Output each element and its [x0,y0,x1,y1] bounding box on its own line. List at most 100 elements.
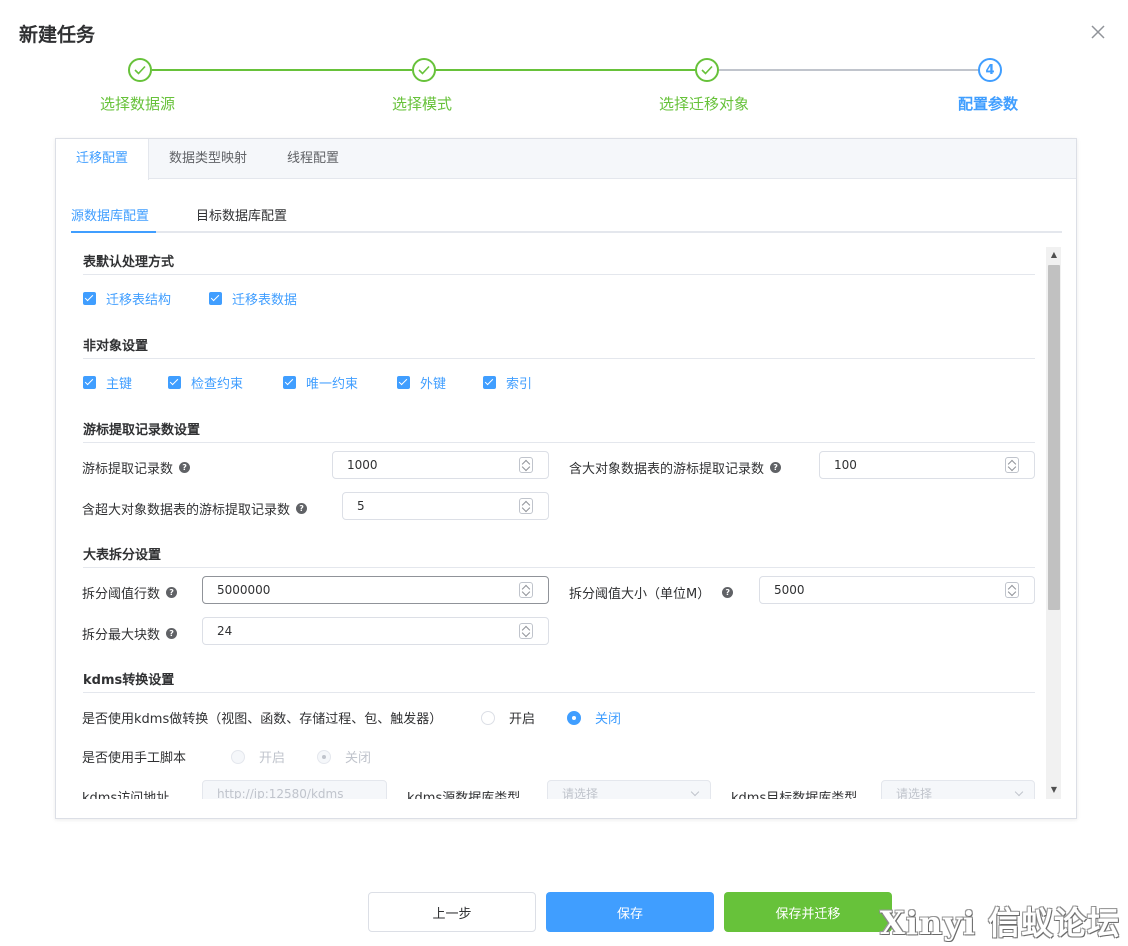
radio-kdms-off[interactable]: 关闭 [567,708,621,727]
split-rows-label: 拆分阈值行数? [82,583,178,602]
checkbox-index[interactable]: 索引 [483,373,532,392]
subtab-bar: 源数据库配置 目标数据库配置 [71,191,1062,233]
tab-migration-config[interactable]: 迁移配置 [56,139,150,180]
section-title-non-object: 非对象设置 [83,335,1035,359]
checkbox-label: 迁移表结构 [106,293,172,308]
radio-selected-icon [567,710,581,725]
kdms-src-type-label: kdms源数据库类型 [407,791,521,799]
stepper-icon[interactable] [519,498,533,514]
radio-selected-icon [317,749,331,764]
kdms-dst-type-select[interactable]: 请选择 [881,780,1035,799]
radio-manual-on[interactable]: 开启 [231,747,285,766]
step-3-check-icon [695,58,719,82]
tab-type-mapping[interactable]: 数据类型映射 [149,139,267,179]
watermark: Xinyi 信蚁论坛 [880,904,1121,942]
radio-manual-off[interactable]: 关闭 [317,747,371,766]
help-icon[interactable]: ? [770,462,782,473]
help-icon[interactable]: ? [166,628,178,639]
radio-label: 关闭 [595,712,622,727]
chevron-down-icon [690,787,700,797]
save-and-migrate-button[interactable]: 保存并迁移 [724,892,892,932]
subtab-target-db[interactable]: 目标数据库配置 [196,205,287,224]
checkbox-foreign-key[interactable]: 外键 [397,373,446,392]
step-1-label: 选择数据源 [100,95,176,113]
section-title-split: 大表拆分设置 [83,544,1035,568]
kdms-src-type-select[interactable]: 请选择 [547,780,711,799]
step-4-label: 配置参数 [958,95,1019,113]
cursor-super-lob-input[interactable]: 5 [342,492,549,520]
split-blocks-input[interactable]: 24 [202,617,549,645]
section-title-kdms: kdms转换设置 [83,669,1035,693]
radio-label: 开启 [509,712,536,727]
cursor-lob-label: 含大对象数据表的游标提取记录数? [569,458,782,477]
step-line-1 [152,69,412,71]
kdms-dst-type-label: kdms目标数据库类型 [731,791,858,799]
stepper-icon[interactable] [1005,457,1019,473]
checkbox-label: 唯一约束 [306,377,359,392]
step-3-label: 选择迁移对象 [659,95,750,113]
cursor-fetch-label: 游标提取记录数? [82,458,191,477]
checkbox-migrate-data[interactable]: 迁移表数据 [209,289,297,308]
stepper-icon[interactable] [519,582,533,598]
stepper-icon[interactable] [1005,582,1019,598]
radio-icon [481,710,495,725]
checkbox-checked-icon [209,292,222,305]
config-panel: 迁移配置 数据类型映射 线程配置 源数据库配置 目标数据库配置 表默认处理方式 … [55,138,1077,819]
step-line-2 [436,69,696,71]
prev-button[interactable]: 上一步 [368,892,536,932]
cursor-fetch-input[interactable]: 1000 [332,451,549,479]
checkbox-checked-icon [397,376,410,389]
subtab-source-db[interactable]: 源数据库配置 [71,205,149,224]
help-icon[interactable]: ? [722,587,734,598]
tab-bar: 迁移配置 数据类型映射 线程配置 [56,139,1076,180]
checkbox-check-constraint[interactable]: 检查约束 [168,373,243,392]
checkbox-label: 主键 [106,377,133,392]
help-icon[interactable]: ? [296,503,308,514]
checkbox-checked-icon [83,292,96,305]
kdms-use-label: 是否使用kdms做转换（视图、函数、存储过程、包、触发器） [82,712,443,727]
manual-script-label: 是否使用手工脚本 [82,751,187,766]
step-1-check-icon [128,58,152,82]
subtab-active-indicator [71,231,156,233]
scroll-down-icon[interactable]: ▼ [1049,785,1059,795]
checkbox-primary-key[interactable]: 主键 [83,373,132,392]
radio-label: 开启 [259,751,286,766]
stepper-icon[interactable] [519,623,533,639]
checkbox-checked-icon [168,376,181,389]
section-title-table-default: 表默认处理方式 [83,251,1035,275]
step-line-3 [719,69,979,71]
scrollbar[interactable]: ▲ ▼ [1046,247,1061,799]
split-size-label: 拆分阈值大小（单位M）? [569,583,734,602]
dialog-title: 新建任务 [19,24,96,46]
scrollbar-thumb[interactable] [1048,265,1060,610]
help-icon[interactable]: ? [179,462,191,473]
radio-label: 关闭 [345,751,372,766]
close-icon[interactable] [1088,22,1108,42]
checkbox-checked-icon [283,376,296,389]
help-icon[interactable]: ? [166,587,178,598]
config-scroll-area[interactable]: 表默认处理方式 迁移表结构 迁移表数据 非对象设置 主键 检查约束 唯一约束 外… [71,247,1061,799]
split-rows-input[interactable]: 5000000 [202,576,549,604]
split-size-input[interactable]: 5000 [759,576,1035,604]
step-4-number: 4 [978,58,1002,82]
checkbox-label: 迁移表数据 [232,293,298,308]
section-title-cursor: 游标提取记录数设置 [83,419,1035,443]
radio-kdms-on[interactable]: 开启 [481,708,535,727]
save-button[interactable]: 保存 [546,892,714,932]
checkbox-checked-icon [83,376,96,389]
checkbox-label: 检查约束 [191,377,244,392]
scroll-up-icon[interactable]: ▲ [1049,250,1059,260]
stepper-icon[interactable] [519,457,533,473]
checkbox-migrate-structure[interactable]: 迁移表结构 [83,289,171,308]
checkbox-label: 索引 [506,377,533,392]
kdms-addr-input[interactable]: http://ip:12580/kdms [202,780,387,799]
cursor-lob-input[interactable]: 100 [819,451,1035,479]
steps: 4 选择数据源 选择模式 选择迁移对象 配置参数 [0,56,1128,116]
radio-icon [231,749,245,764]
checkbox-checked-icon [483,376,496,389]
tab-thread-config[interactable]: 线程配置 [267,139,359,179]
step-2-label: 选择模式 [392,95,453,113]
step-2-check-icon [412,58,436,82]
checkbox-unique-constraint[interactable]: 唯一约束 [283,373,358,392]
kdms-addr-label: kdms访问地址 [82,791,170,799]
